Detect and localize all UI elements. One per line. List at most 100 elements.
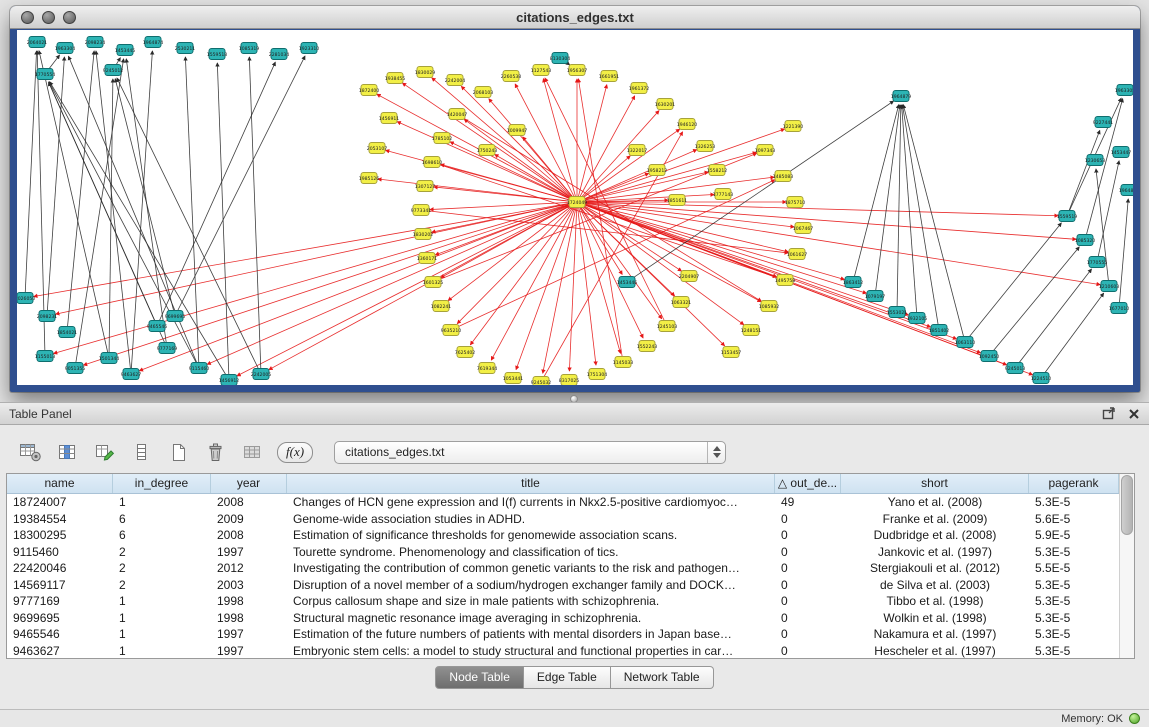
graph-edge[interactable] <box>577 202 596 365</box>
graph-edge[interactable] <box>577 111 659 202</box>
graph-edge[interactable] <box>461 86 577 202</box>
graph-node[interactable]: 8317025 <box>559 375 580 386</box>
graph-edge[interactable] <box>75 59 124 368</box>
graph-node[interactable]: 1961372 <box>629 83 650 94</box>
graph-node[interactable]: 1872400 <box>359 85 380 96</box>
graph-node[interactable]: 2204907 <box>679 271 700 282</box>
graph-node[interactable]: 1453446 <box>617 277 638 288</box>
network-canvas[interactable]: 1724049 1872400 1938455 1830029 2242004 14569… <box>17 30 1133 385</box>
graph-edge[interactable] <box>577 202 761 302</box>
graph-node[interactable]: 1724049 <box>567 197 588 208</box>
table-row[interactable]: 1872400712008Changes of HCN gene express… <box>7 494 1119 511</box>
graph-node[interactable]: 1063321 <box>671 297 692 308</box>
graph-node[interactable]: 1307127 <box>415 181 436 192</box>
function-builder-button[interactable]: f(x) <box>277 442 313 463</box>
graph-node[interactable]: 8130304 <box>550 53 571 64</box>
column-header-pagerank[interactable]: pagerank <box>1029 474 1119 493</box>
graph-edge[interactable] <box>54 202 577 353</box>
graph-edge[interactable] <box>577 156 630 202</box>
graph-edge[interactable] <box>126 59 167 348</box>
network-graph[interactable]: 1724049 1872400 1938455 1830029 2242004 14569… <box>17 30 1133 385</box>
graph-node[interactable]: 1958212 <box>647 165 668 176</box>
graph-node[interactable]: 1453447 <box>1111 147 1132 158</box>
graph-node[interactable]: 1601325 <box>423 277 444 288</box>
graph-node[interactable]: 1210603 <box>1099 281 1120 292</box>
table-row[interactable]: 1938455462009Genome-wide association stu… <box>7 511 1119 528</box>
graph-node[interactable]: 1770555 <box>1087 257 1108 268</box>
graph-edge[interactable] <box>902 105 939 330</box>
graph-node[interactable]: 9465546 <box>147 321 168 332</box>
graph-node[interactable]: 9777169 <box>157 343 178 354</box>
graph-edge[interactable] <box>903 105 965 342</box>
table-row[interactable]: 2242004622012Investigating the contribut… <box>7 560 1119 577</box>
graph-node[interactable]: 2064021 <box>27 37 48 48</box>
graph-edge[interactable] <box>523 137 577 202</box>
graph-node[interactable]: 1456911 <box>379 113 400 124</box>
table-row[interactable]: 946554611997Estimation of the future num… <box>7 626 1119 643</box>
graph-node[interactable]: 1698610 <box>422 157 443 168</box>
column-header-title[interactable]: title <box>287 474 775 493</box>
column-header-name[interactable]: name <box>7 474 113 493</box>
graph-edge[interactable] <box>25 51 37 298</box>
graph-edge[interactable] <box>432 162 776 277</box>
graph-node[interactable]: 9051355 <box>65 363 86 374</box>
graph-node[interactable]: 9635210 <box>441 325 462 336</box>
graph-node[interactable]: 1127543 <box>531 65 552 76</box>
graph-node[interactable]: 1552243 <box>637 341 658 352</box>
graph-node[interactable]: 1985126 <box>359 173 380 184</box>
graph-edge[interactable] <box>117 78 261 374</box>
graph-edge[interactable] <box>457 202 577 324</box>
close-panel-icon[interactable] <box>1128 408 1140 420</box>
create-column-button[interactable] <box>164 439 192 465</box>
graph-node[interactable]: 2281034 <box>269 49 290 60</box>
graph-node[interactable]: 1097343 <box>755 145 776 156</box>
graph-node[interactable]: 1751304 <box>587 369 608 380</box>
graph-node[interactable]: 2242004 <box>445 75 466 86</box>
graph-node[interactable]: 9115460 <box>189 363 210 374</box>
table-scrollbar-thumb[interactable] <box>1121 475 1133 535</box>
graph-node[interactable]: 9773341 <box>411 205 432 216</box>
graph-edge[interactable] <box>207 202 577 364</box>
graph-node[interactable]: 1145033 <box>613 357 634 368</box>
graph-node[interactable]: 1053441 <box>503 373 524 384</box>
graph-edge[interactable] <box>1041 293 1104 378</box>
graph-node[interactable]: 1630201 <box>655 99 676 110</box>
column-header-short[interactable]: short <box>841 474 1029 493</box>
graph-node[interactable]: 1932105 <box>907 313 928 324</box>
edit-table-button[interactable] <box>90 439 118 465</box>
graph-edge[interactable] <box>470 202 577 345</box>
float-panel-icon[interactable] <box>1102 407 1116 420</box>
graph-edge[interactable] <box>965 223 1061 342</box>
graph-node[interactable]: 1963304 <box>55 43 76 54</box>
graph-node[interactable]: 1830029 <box>415 67 436 78</box>
graph-node[interactable]: 1085319 <box>239 43 260 54</box>
graph-node[interactable]: 2530211 <box>175 43 196 54</box>
table-row[interactable]: 969969511998Structural magnetic resonanc… <box>7 610 1119 627</box>
graph-node[interactable]: 1558212 <box>707 165 728 176</box>
graph-node[interactable]: 2068103 <box>473 87 494 98</box>
graph-node[interactable]: 1777143 <box>713 189 734 200</box>
graph-node[interactable]: 7625402 <box>455 347 476 358</box>
graph-node[interactable]: 1067467 <box>793 223 814 234</box>
graph-edge[interactable] <box>175 56 305 316</box>
close-button[interactable] <box>21 11 34 24</box>
table-select-dropdown[interactable]: citations_edges.txt <box>334 441 726 464</box>
graph-node[interactable]: 1923310 <box>299 43 320 54</box>
tab-network-table[interactable]: Network Table <box>611 666 714 689</box>
graph-node[interactable]: 1851402 <box>929 325 950 336</box>
table-row[interactable]: 911546021997Tourette syndrome. Phenomeno… <box>7 544 1119 561</box>
graph-node[interactable]: 1938455 <box>385 73 406 84</box>
graph-node[interactable]: 1453445 <box>115 45 136 56</box>
graph-node[interactable]: 1963305 <box>1115 85 1133 96</box>
graph-edge[interactable] <box>1119 199 1128 308</box>
graph-node[interactable]: 1964875 <box>1119 185 1133 196</box>
graph-node[interactable]: 1230653 <box>1085 155 1106 166</box>
graph-node[interactable]: 1559518 <box>207 49 228 60</box>
graph-node[interactable]: 1770554 <box>35 69 56 80</box>
graph-node[interactable]: 1085932 <box>759 301 780 312</box>
minimize-button[interactable] <box>42 11 55 24</box>
graph-edge[interactable] <box>897 105 901 312</box>
table-row[interactable]: 946362711997Embryonic stem cells: a mode… <box>7 643 1119 659</box>
graph-node[interactable]: 1245103 <box>657 321 678 332</box>
graph-edge[interactable] <box>578 79 623 362</box>
